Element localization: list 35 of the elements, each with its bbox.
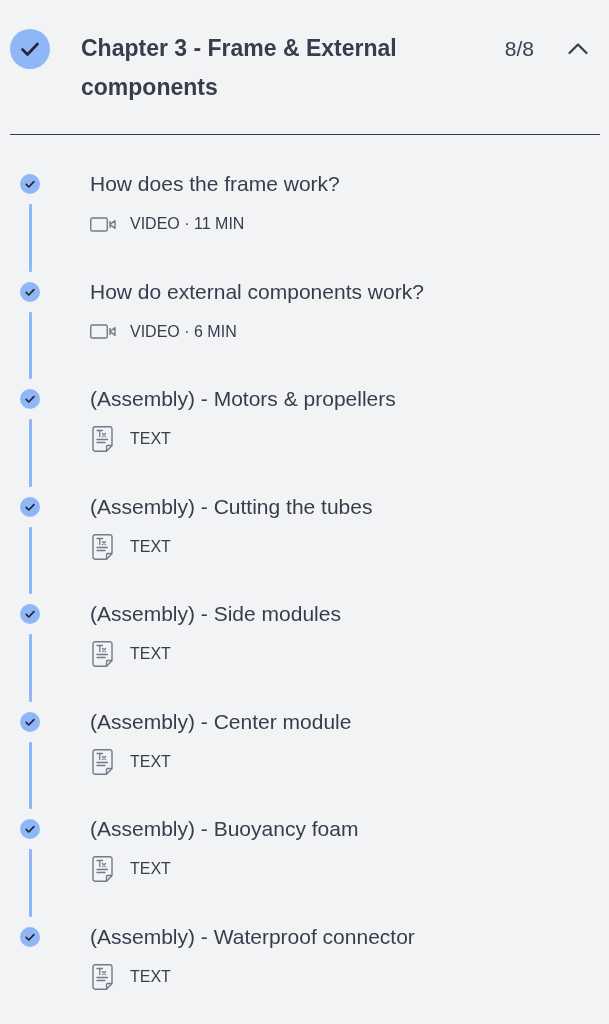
lesson-meta: TEXT (130, 429, 171, 449)
timeline-connector (28, 634, 32, 702)
lesson-link[interactable]: How does the frame work? (90, 170, 340, 198)
lesson-link[interactable]: (Assembly) - Waterproof connector (90, 922, 415, 951)
lesson-link[interactable]: (Assembly) - Center module (90, 707, 352, 736)
lesson-meta: TEXT (130, 966, 171, 987)
lesson-meta: TEXT (130, 751, 171, 772)
document-icon (92, 641, 113, 667)
timeline-connector (28, 204, 32, 272)
lesson-count: 8/8 (504, 36, 534, 62)
lesson-link[interactable]: (Assembly) - Motors & propellers (90, 385, 396, 413)
video-camera-icon (90, 216, 116, 232)
document-icon (92, 963, 113, 990)
document-icon (92, 426, 113, 452)
collapse-button[interactable] (568, 42, 588, 55)
lesson-meta: TEXT (130, 859, 171, 879)
lesson-meta: VIDEO · 6 MIN (130, 321, 237, 342)
timeline-connector (28, 526, 32, 594)
lesson-link[interactable]: (Assembly) - Cutting the tubes (90, 492, 373, 521)
lesson-meta: VIDEO · 11 MIN (130, 214, 245, 234)
lesson-link[interactable]: (Assembly) - Side modules (90, 600, 341, 628)
document-icon (92, 856, 113, 882)
video-camera-icon (90, 324, 116, 339)
timeline-connector (28, 419, 32, 487)
timeline-connector (28, 311, 32, 379)
timeline-connector (28, 849, 32, 917)
lesson-meta: TEXT (130, 644, 171, 664)
document-icon (92, 748, 113, 775)
chevron-up-icon (568, 42, 588, 55)
timeline-connector (28, 741, 32, 809)
lesson-link[interactable]: (Assembly) - Buoyancy foam (90, 815, 359, 843)
lesson-meta: TEXT (130, 536, 171, 557)
lesson-link[interactable]: How do external components work? (90, 277, 424, 306)
chapter-title: Chapter 3 - Frame & External components (81, 34, 398, 102)
document-icon (92, 533, 113, 560)
